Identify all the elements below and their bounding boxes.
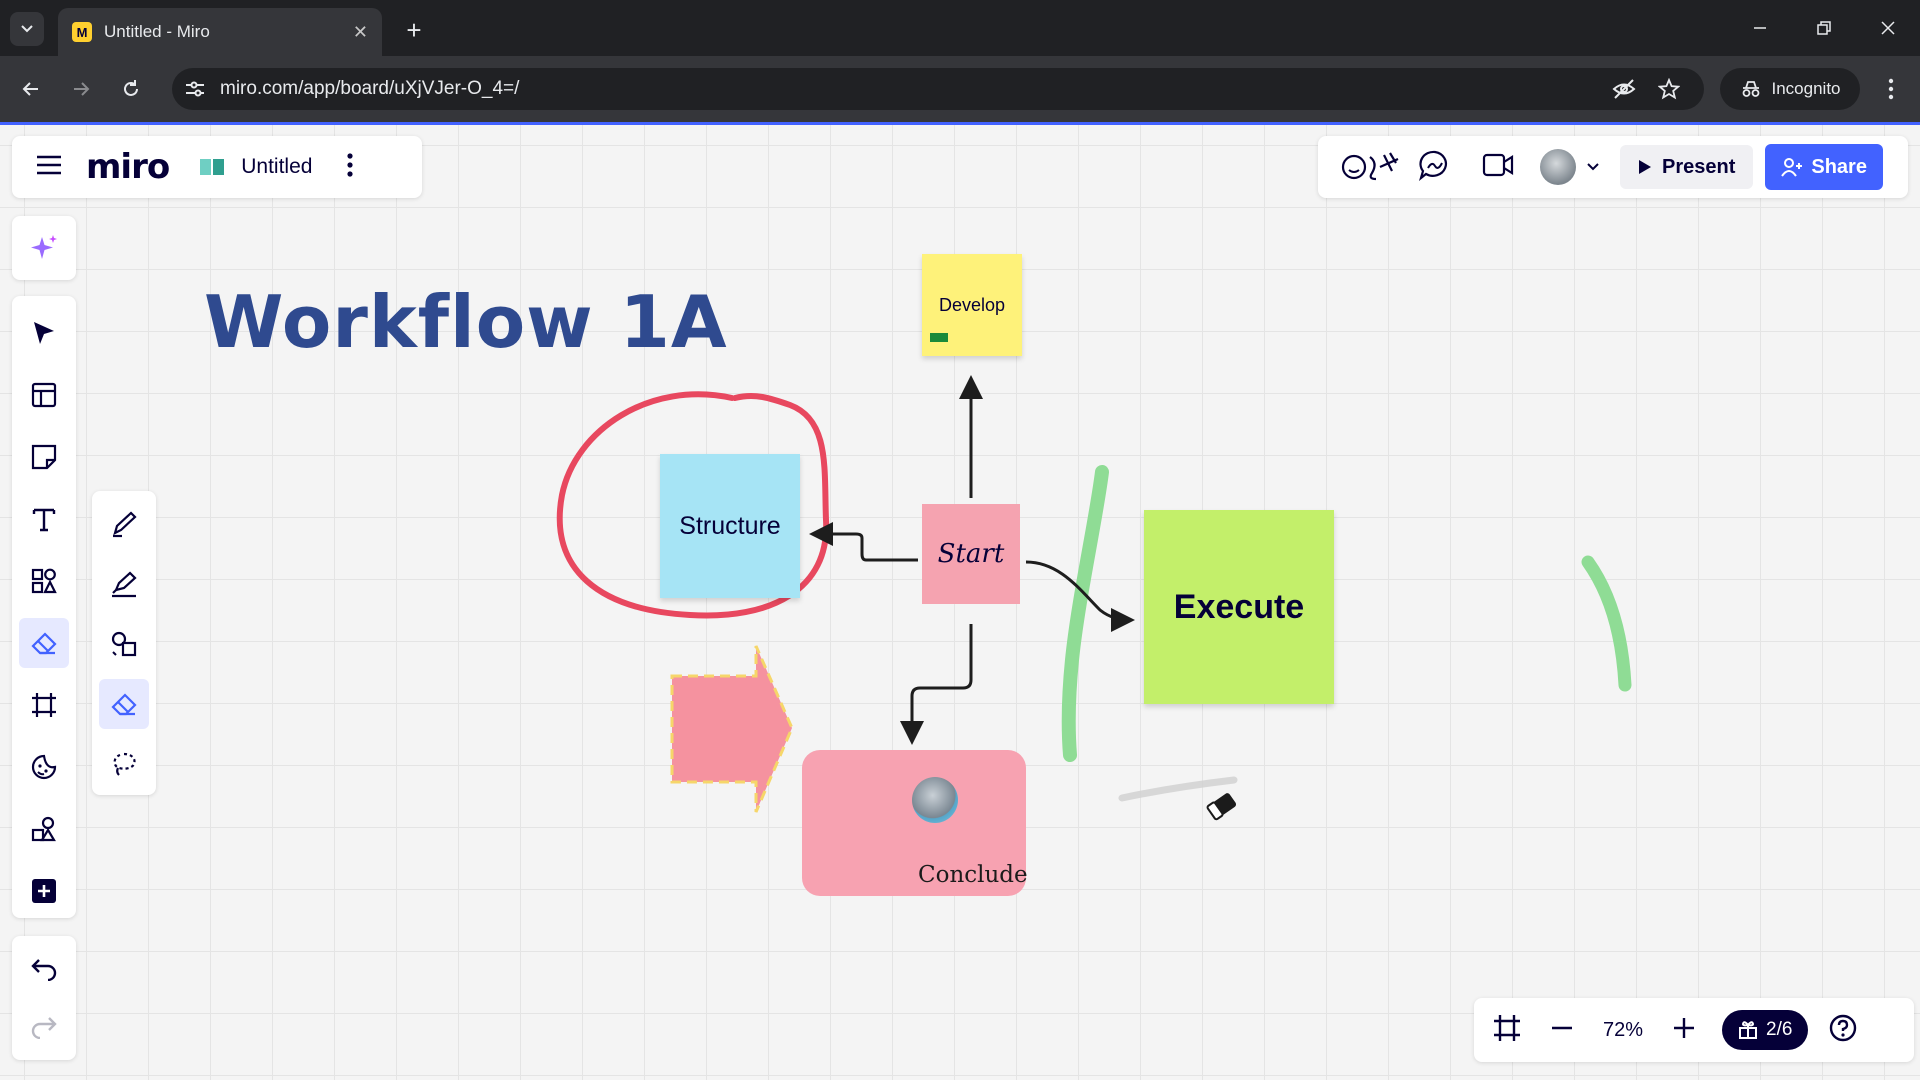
apps-tool[interactable]: [19, 804, 69, 854]
highlighter-icon: [112, 571, 137, 598]
text-tool[interactable]: [19, 494, 69, 544]
sticky-label: Structure: [679, 511, 781, 540]
share-button[interactable]: Share: [1765, 144, 1883, 190]
shapes-tool[interactable]: [19, 556, 69, 606]
collaborators-menu[interactable]: [1540, 149, 1600, 185]
undo-icon: [31, 959, 57, 981]
more-tools-icon: [32, 879, 56, 903]
reactions-icon: [1341, 151, 1399, 180]
sticky-note-develop[interactable]: Develop: [922, 254, 1022, 356]
plus-icon: [1674, 1017, 1694, 1038]
undo-button[interactable]: [19, 944, 69, 994]
board-icon: [200, 159, 225, 175]
text-icon: [32, 508, 56, 532]
pen-tool[interactable]: [19, 618, 69, 668]
help-button[interactable]: [1828, 1013, 1858, 1048]
sticker-tool[interactable]: [19, 742, 69, 792]
redo-icon: [31, 1017, 57, 1039]
smart-draw-icon: [111, 631, 137, 657]
pen-options-panel: [92, 491, 156, 795]
board-title[interactable]: Untitled: [241, 155, 312, 179]
pink-arrow-shape[interactable]: [670, 645, 794, 813]
video-call-button[interactable]: [1482, 152, 1514, 183]
gift-icon: [1739, 1021, 1757, 1039]
tag-chip: [930, 333, 948, 342]
reactions-button[interactable]: [1340, 149, 1402, 186]
user-avatar: [1540, 149, 1576, 185]
chat-icon: [1418, 150, 1447, 181]
shapes-icon: [31, 568, 57, 594]
board-menu-button[interactable]: [346, 152, 354, 183]
share-label: Share: [1811, 155, 1867, 178]
help-icon: [1830, 1014, 1857, 1041]
more-vertical-icon: [347, 152, 354, 177]
sticky-label: Start: [937, 539, 1005, 569]
hamburger-icon: [37, 155, 61, 174]
collaborator-avatar[interactable]: [912, 777, 958, 823]
eraser-option[interactable]: [99, 679, 149, 729]
ai-assist-panel[interactable]: [12, 216, 76, 280]
sticky-note-icon: [31, 444, 57, 470]
frame-icon: [1494, 1014, 1520, 1041]
sticky-note-structure[interactable]: Structure: [660, 454, 800, 598]
zoom-in-button[interactable]: [1672, 1016, 1696, 1045]
smart-draw-option[interactable]: [99, 619, 149, 669]
select-icon: [34, 322, 54, 344]
templates-icon: [31, 382, 57, 408]
sticky-note-start[interactable]: Start: [922, 504, 1020, 604]
pen-icon: [113, 511, 137, 538]
zoom-controls-panel: 72% 2/6: [1474, 998, 1914, 1062]
sticky-note-tool[interactable]: [19, 432, 69, 482]
history-panel: [12, 936, 76, 1060]
eraser-icon: [111, 693, 137, 716]
main-menu-button[interactable]: [36, 154, 66, 181]
pages-button[interactable]: 2/6: [1722, 1010, 1809, 1050]
video-camera-icon: [1482, 153, 1514, 176]
green-pen-stroke[interactable]: [1061, 465, 1109, 762]
select-tool[interactable]: [19, 308, 69, 358]
connector-start-to-conclude[interactable]: [900, 624, 973, 745]
sticky-label: Execute: [1173, 587, 1305, 626]
creation-toolbar: [12, 296, 76, 918]
play-icon: [1639, 160, 1651, 174]
sparkle-icon: [31, 235, 57, 259]
collaboration-panel: Present Share: [1318, 136, 1908, 198]
eraser-icon: [31, 632, 57, 655]
eraser-cursor-icon: [1206, 793, 1237, 821]
minus-icon: [1552, 1026, 1572, 1029]
sticky-label: Develop: [938, 294, 1006, 315]
board-heading[interactable]: Workflow 1A: [204, 280, 728, 364]
more-tools-button[interactable]: [19, 866, 69, 916]
pen-option[interactable]: [99, 499, 149, 549]
zoom-out-button[interactable]: [1550, 1016, 1574, 1045]
shape-label: Conclude: [918, 862, 1028, 888]
frame-tool[interactable]: [19, 680, 69, 730]
comments-button[interactable]: [1418, 149, 1452, 186]
user-plus-icon: [1781, 158, 1803, 177]
zoom-level[interactable]: 72%: [1588, 1019, 1658, 1042]
apps-icon: [31, 816, 56, 842]
highlighter-option[interactable]: [99, 559, 149, 609]
sticky-note-execute[interactable]: Execute: [1144, 510, 1334, 704]
sticker-icon: [31, 754, 57, 780]
pages-count: 2/6: [1766, 1019, 1793, 1040]
redo-button[interactable]: [19, 1002, 69, 1052]
board-header-panel: miro Untitled: [12, 136, 422, 198]
fit-to-screen-button[interactable]: [1492, 1013, 1522, 1048]
templates-tool[interactable]: [19, 370, 69, 420]
erased-stroke-trace: [1118, 776, 1238, 802]
present-label: Present: [1662, 155, 1736, 178]
lasso-option[interactable]: [99, 739, 149, 789]
green-pen-stroke-right[interactable]: [1581, 555, 1632, 692]
lasso-icon: [113, 752, 136, 776]
miro-logo[interactable]: miro: [86, 147, 170, 187]
frame-icon: [32, 693, 56, 717]
chevron-down-icon: [1587, 163, 1599, 171]
present-button[interactable]: Present: [1620, 145, 1754, 189]
